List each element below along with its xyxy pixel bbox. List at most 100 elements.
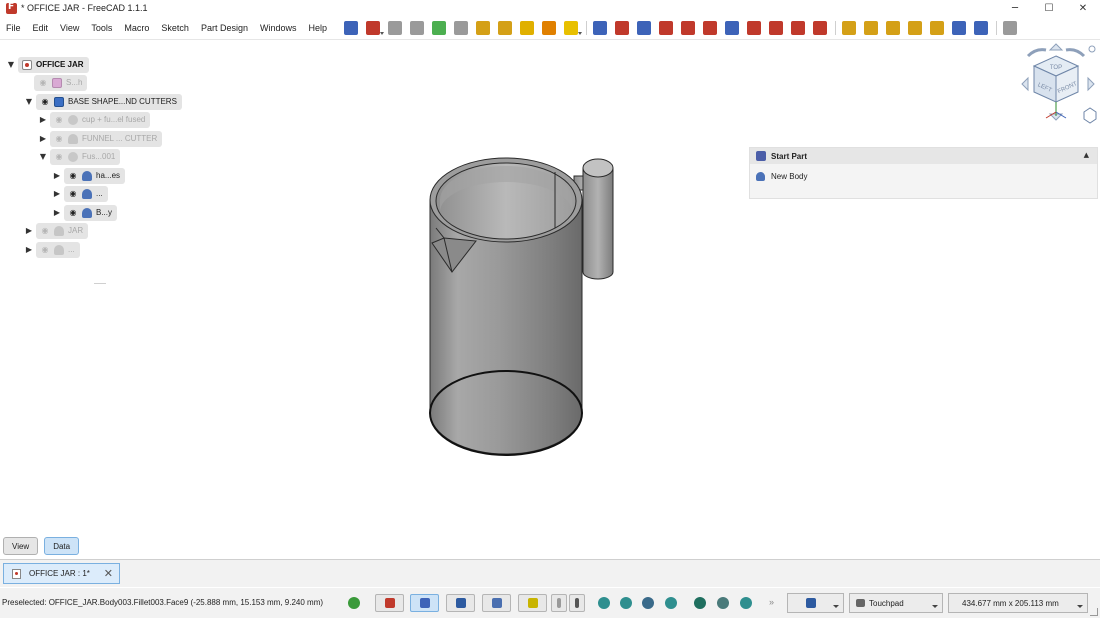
tree-row-root[interactable]: ▼ OFFICE JAR [6, 56, 89, 73]
tree-row-cup-fused[interactable]: ▶ ◉ cup + fu...el fused [38, 111, 151, 128]
hole-icon[interactable] [747, 21, 761, 35]
linear-pattern-icon[interactable] [864, 21, 878, 35]
task-panel-header[interactable]: Start Part ▲ [750, 148, 1097, 164]
tree-item-last[interactable]: ◉ ... [36, 241, 80, 258]
edge-selection-button[interactable] [518, 594, 547, 612]
document-tab[interactable]: OFFICE JAR : 1* ✕ [3, 563, 120, 584]
groove-icon[interactable] [769, 21, 783, 35]
local-cs-icon[interactable] [542, 21, 556, 35]
close-window-button[interactable]: ✕ [1066, 0, 1100, 16]
measure-icon[interactable] [694, 597, 706, 609]
tree-row-jar[interactable]: ▶ ◉ JAR [24, 222, 89, 239]
menu-tools[interactable]: Tools [85, 23, 118, 33]
eye-visible-icon[interactable]: ◉ [68, 171, 78, 181]
expand-arrow-icon[interactable]: ▶ [52, 171, 62, 181]
tree-item-body[interactable]: ◉ B...y [64, 204, 118, 221]
expand-arrow-icon[interactable]: ▶ [38, 115, 48, 125]
tree-item-root[interactable]: OFFICE JAR [18, 56, 89, 73]
expand-arrow-icon[interactable]: ▶ [38, 134, 48, 144]
additive-pipe-icon[interactable] [659, 21, 673, 35]
draft-icon[interactable] [974, 21, 988, 35]
rotate-up-arrow-icon[interactable] [1048, 43, 1064, 51]
tree-row-body[interactable]: ▶ ◉ B...y [52, 204, 118, 221]
menu-view[interactable]: View [54, 23, 85, 33]
tree-item-cup-fused[interactable]: ◉ cup + fu...el fused [50, 111, 151, 128]
fit-selection-icon[interactable] [665, 597, 677, 609]
add-icon[interactable] [348, 597, 360, 609]
collapse-arrow-icon[interactable]: ▼ [38, 152, 48, 162]
eye-visible-icon[interactable]: ◉ [68, 208, 78, 218]
cube-menu-icon[interactable] [1088, 45, 1096, 53]
clear-measure-icon[interactable] [717, 597, 729, 609]
collapse-arrow-icon[interactable]: ▼ [6, 60, 16, 70]
eye-hidden-icon[interactable]: ◉ [54, 115, 64, 125]
fit-all-icon[interactable] [642, 597, 654, 609]
tree-item-body-unnamed[interactable]: ◉ ... [64, 185, 108, 202]
body-selection-button[interactable] [410, 594, 439, 612]
tab-view[interactable]: View [3, 537, 39, 555]
zoom-out-icon[interactable] [620, 597, 632, 609]
expand-arrow-icon[interactable]: ▶ [24, 226, 34, 236]
tree-row-fusion-001[interactable]: ▼ ◉ Fus...001 [38, 148, 121, 165]
jar-model[interactable] [0, 40, 1100, 535]
roll-left-arrow-icon[interactable] [1026, 48, 1047, 58]
thickness-icon[interactable] [1003, 21, 1017, 35]
subtractive-pipe-icon[interactable] [813, 21, 827, 35]
shape-binder-yellow-icon[interactable] [564, 21, 582, 35]
collapse-arrow-icon[interactable]: ▼ [24, 97, 34, 107]
menu-macro[interactable]: Macro [118, 23, 155, 33]
rotate-right-arrow-icon[interactable] [1087, 76, 1095, 92]
chamfer-icon[interactable] [952, 21, 966, 35]
subtractive-loft-icon[interactable] [791, 21, 805, 35]
pad-icon[interactable] [593, 21, 607, 35]
menu-sketch[interactable]: Sketch [155, 23, 195, 33]
next-button[interactable] [569, 594, 585, 612]
expand-arrow-icon[interactable]: ▶ [52, 189, 62, 199]
tree-item-handles[interactable]: ◉ ha...es [64, 167, 126, 184]
tab-data[interactable]: Data [44, 537, 80, 555]
view-menu-cube-icon[interactable] [1083, 107, 1097, 124]
revolution-icon[interactable] [615, 21, 629, 35]
rotate-left-arrow-icon[interactable] [1021, 76, 1029, 92]
tree-item-jar[interactable]: ◉ JAR [36, 222, 89, 239]
mirrored-icon[interactable] [842, 21, 856, 35]
maximize-button[interactable]: ☐ [1032, 0, 1066, 16]
datum-plane-icon[interactable] [520, 21, 534, 35]
resize-grip[interactable] [1090, 608, 1098, 616]
pocket-icon[interactable] [725, 21, 739, 35]
tree-row-base-shape[interactable]: ▼ ◉ BASE SHAPE...ND CUTTERS [24, 93, 182, 110]
close-document-button[interactable]: ✕ [104, 567, 113, 580]
datum-line-icon[interactable] [498, 21, 512, 35]
tree-row-funnel-cutter[interactable]: ▶ ◉ FUNNEL ... CUTTER [38, 130, 163, 147]
fillet-icon[interactable] [930, 21, 944, 35]
tree-row-body-unnamed[interactable]: ▶ ◉ ... [52, 185, 108, 202]
additive-loft-icon[interactable] [637, 21, 651, 35]
polar-pattern-icon[interactable] [886, 21, 900, 35]
3d-viewport[interactable] [0, 40, 1100, 535]
menu-file[interactable]: File [0, 23, 27, 33]
menu-help[interactable]: Help [302, 23, 333, 33]
clone-selection-button[interactable] [375, 594, 404, 612]
part-icon[interactable] [366, 21, 384, 35]
menu-windows[interactable]: Windows [254, 23, 303, 33]
menu-part-design[interactable]: Part Design [195, 23, 254, 33]
multi-transform-icon[interactable] [908, 21, 922, 35]
eye-visible-icon[interactable]: ◉ [68, 189, 78, 199]
draw-style-combo[interactable] [787, 593, 844, 613]
tree-row-last[interactable]: ▶ ◉ ... [24, 241, 80, 258]
tree-item-fusion-001[interactable]: ◉ Fus...001 [50, 148, 121, 165]
eye-visible-icon[interactable]: ◉ [40, 97, 50, 107]
navigation-cube[interactable]: TOP LEFT FRONT [1014, 42, 1100, 126]
additive-helix-icon[interactable] [681, 21, 695, 35]
additive-primitive-icon[interactable] [703, 21, 717, 35]
roll-right-arrow-icon[interactable] [1065, 48, 1086, 58]
solid-selection-button[interactable] [446, 594, 475, 612]
tree-row-handles[interactable]: ▶ ◉ ha...es [52, 167, 126, 184]
body-icon[interactable] [344, 21, 358, 35]
toggle-measure-icon[interactable] [740, 597, 752, 609]
shape-binder-icon[interactable] [432, 21, 446, 35]
prev-button[interactable] [551, 594, 567, 612]
sketch-map-icon[interactable] [388, 21, 402, 35]
eye-hidden-icon[interactable]: ◉ [40, 226, 50, 236]
minimize-button[interactable]: ─ [998, 0, 1032, 16]
